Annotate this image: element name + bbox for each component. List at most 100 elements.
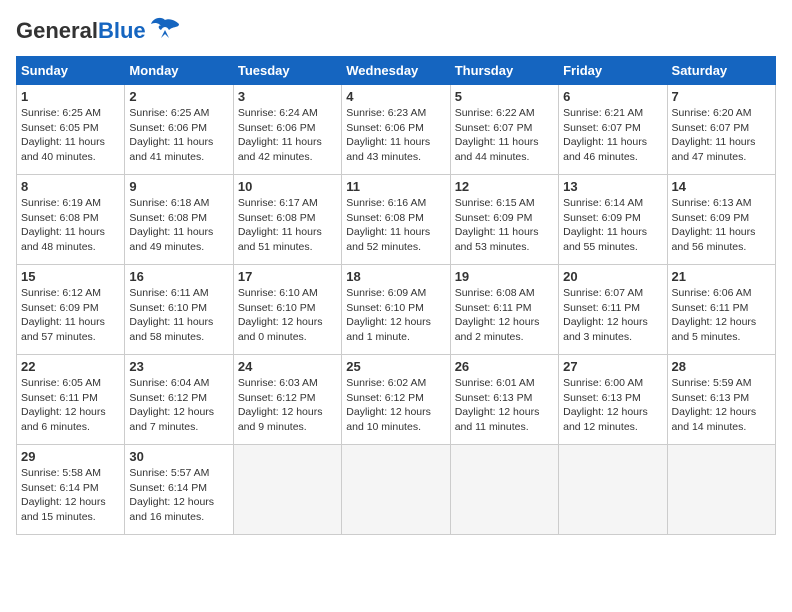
- day-number: 23: [129, 359, 228, 374]
- day-info: Sunrise: 6:19 AM Sunset: 6:08 PM Dayligh…: [21, 196, 120, 255]
- day-info: Sunrise: 6:23 AM Sunset: 6:06 PM Dayligh…: [346, 106, 445, 165]
- col-header-thursday: Thursday: [450, 57, 558, 85]
- day-number: 17: [238, 269, 337, 284]
- empty-cell: [450, 445, 558, 535]
- col-header-sunday: Sunday: [17, 57, 125, 85]
- day-number: 26: [455, 359, 554, 374]
- day-cell-6: 6 Sunrise: 6:21 AM Sunset: 6:07 PM Daylig…: [559, 85, 667, 175]
- day-cell-30: 30 Sunrise: 5:57 AM Sunset: 6:14 PM Dayli…: [125, 445, 233, 535]
- day-cell-5: 5 Sunrise: 6:22 AM Sunset: 6:07 PM Daylig…: [450, 85, 558, 175]
- day-info: Sunrise: 5:57 AM Sunset: 6:14 PM Dayligh…: [129, 466, 228, 525]
- day-number: 20: [563, 269, 662, 284]
- day-number: 25: [346, 359, 445, 374]
- day-cell-25: 25 Sunrise: 6:02 AM Sunset: 6:12 PM Dayli…: [342, 355, 450, 445]
- day-cell-16: 16Sunrise: 6:11 AM Sunset: 6:10 PM Dayli…: [125, 265, 233, 355]
- day-number: 18: [346, 269, 445, 284]
- day-cell-15: 15 Sunrise: 6:12 AM Sunset: 6:09 PM Dayli…: [17, 265, 125, 355]
- day-number: 9: [129, 179, 228, 194]
- empty-cell: [667, 445, 775, 535]
- week-row-4: 22 Sunrise: 6:05 AM Sunset: 6:11 PM Dayli…: [17, 355, 776, 445]
- day-number: 30: [129, 449, 228, 464]
- day-info: Sunrise: 6:09 AM Sunset: 6:10 PM Dayligh…: [346, 286, 445, 345]
- day-info: Sunrise: 6:21 AM Sunset: 6:07 PM Dayligh…: [563, 106, 662, 165]
- empty-cell: [342, 445, 450, 535]
- day-info: Sunrise: 6:02 AM Sunset: 6:12 PM Dayligh…: [346, 376, 445, 435]
- day-number: 4: [346, 89, 445, 104]
- day-info: Sunrise: 5:59 AM Sunset: 6:13 PM Dayligh…: [672, 376, 771, 435]
- week-row-5: 29 Sunrise: 5:58 AM Sunset: 6:14 PM Dayli…: [17, 445, 776, 535]
- day-info: Sunrise: 5:58 AM Sunset: 6:14 PM Dayligh…: [21, 466, 120, 525]
- empty-cell: [233, 445, 341, 535]
- day-number: 6: [563, 89, 662, 104]
- day-info: Sunrise: 6:25 AM Sunset: 6:06 PM Dayligh…: [129, 106, 228, 165]
- day-cell-27: 27 Sunrise: 6:00 AM Sunset: 6:13 PM Dayli…: [559, 355, 667, 445]
- day-number: 21: [672, 269, 771, 284]
- day-number: 7: [672, 89, 771, 104]
- col-header-monday: Monday: [125, 57, 233, 85]
- day-number: 5: [455, 89, 554, 104]
- day-cell-1: 1Sunrise: 6:25 AM Sunset: 6:05 PM Daylig…: [17, 85, 125, 175]
- day-cell-28: 28 Sunrise: 5:59 AM Sunset: 6:13 PM Dayli…: [667, 355, 775, 445]
- day-info: Sunrise: 6:06 AM Sunset: 6:11 PM Dayligh…: [672, 286, 771, 345]
- day-cell-23: 23 Sunrise: 6:04 AM Sunset: 6:12 PM Dayli…: [125, 355, 233, 445]
- day-cell-24: 24 Sunrise: 6:03 AM Sunset: 6:12 PM Dayli…: [233, 355, 341, 445]
- col-header-tuesday: Tuesday: [233, 57, 341, 85]
- day-info: Sunrise: 6:05 AM Sunset: 6:11 PM Dayligh…: [21, 376, 120, 435]
- empty-cell: [559, 445, 667, 535]
- day-number: 22: [21, 359, 120, 374]
- day-cell-4: 4 Sunrise: 6:23 AM Sunset: 6:06 PM Daylig…: [342, 85, 450, 175]
- day-cell-29: 29 Sunrise: 5:58 AM Sunset: 6:14 PM Dayli…: [17, 445, 125, 535]
- day-cell-26: 26 Sunrise: 6:01 AM Sunset: 6:13 PM Dayli…: [450, 355, 558, 445]
- day-cell-10: 10Sunrise: 6:17 AM Sunset: 6:08 PM Dayli…: [233, 175, 341, 265]
- day-info: Sunrise: 6:07 AM Sunset: 6:11 PM Dayligh…: [563, 286, 662, 345]
- day-number: 29: [21, 449, 120, 464]
- day-number: 19: [455, 269, 554, 284]
- day-cell-21: 21 Sunrise: 6:06 AM Sunset: 6:11 PM Dayli…: [667, 265, 775, 355]
- day-cell-11: 11 Sunrise: 6:16 AM Sunset: 6:08 PM Dayli…: [342, 175, 450, 265]
- day-number: 27: [563, 359, 662, 374]
- col-header-wednesday: Wednesday: [342, 57, 450, 85]
- day-info: Sunrise: 6:04 AM Sunset: 6:12 PM Dayligh…: [129, 376, 228, 435]
- week-row-2: 8 Sunrise: 6:19 AM Sunset: 6:08 PM Daylig…: [17, 175, 776, 265]
- day-cell-7: 7Sunrise: 6:20 AM Sunset: 6:07 PM Daylig…: [667, 85, 775, 175]
- day-cell-8: 8 Sunrise: 6:19 AM Sunset: 6:08 PM Daylig…: [17, 175, 125, 265]
- day-number: 12: [455, 179, 554, 194]
- day-info: Sunrise: 6:01 AM Sunset: 6:13 PM Dayligh…: [455, 376, 554, 435]
- day-info: Sunrise: 6:10 AM Sunset: 6:10 PM Dayligh…: [238, 286, 337, 345]
- logo-blue-text: Blue: [98, 18, 146, 43]
- day-number: 15: [21, 269, 120, 284]
- day-info: Sunrise: 6:18 AM Sunset: 6:08 PM Dayligh…: [129, 196, 228, 255]
- day-cell-2: 2 Sunrise: 6:25 AM Sunset: 6:06 PM Daylig…: [125, 85, 233, 175]
- day-number: 24: [238, 359, 337, 374]
- day-info: Sunrise: 6:13 AM Sunset: 6:09 PM Dayligh…: [672, 196, 771, 255]
- day-number: 14: [672, 179, 771, 194]
- day-cell-18: 18 Sunrise: 6:09 AM Sunset: 6:10 PM Dayli…: [342, 265, 450, 355]
- day-info: Sunrise: 6:12 AM Sunset: 6:09 PM Dayligh…: [21, 286, 120, 345]
- day-info: Sunrise: 6:16 AM Sunset: 6:08 PM Dayligh…: [346, 196, 445, 255]
- day-info: Sunrise: 6:11 AM Sunset: 6:10 PM Dayligh…: [129, 286, 228, 345]
- col-header-saturday: Saturday: [667, 57, 775, 85]
- logo: GeneralBlue: [16, 16, 179, 46]
- day-info: Sunrise: 6:08 AM Sunset: 6:11 PM Dayligh…: [455, 286, 554, 345]
- day-number: 11: [346, 179, 445, 194]
- day-info: Sunrise: 6:14 AM Sunset: 6:09 PM Dayligh…: [563, 196, 662, 255]
- day-info: Sunrise: 6:17 AM Sunset: 6:08 PM Dayligh…: [238, 196, 337, 255]
- header: GeneralBlue: [16, 16, 776, 46]
- logo-bird-icon: [151, 16, 179, 46]
- day-cell-14: 14 Sunrise: 6:13 AM Sunset: 6:09 PM Dayli…: [667, 175, 775, 265]
- day-cell-17: 17 Sunrise: 6:10 AM Sunset: 6:10 PM Dayli…: [233, 265, 341, 355]
- day-info: Sunrise: 6:03 AM Sunset: 6:12 PM Dayligh…: [238, 376, 337, 435]
- logo-general: General: [16, 18, 98, 43]
- day-info: Sunrise: 6:24 AM Sunset: 6:06 PM Dayligh…: [238, 106, 337, 165]
- day-number: 28: [672, 359, 771, 374]
- day-number: 2: [129, 89, 228, 104]
- day-cell-19: 19 Sunrise: 6:08 AM Sunset: 6:11 PM Dayli…: [450, 265, 558, 355]
- day-cell-22: 22 Sunrise: 6:05 AM Sunset: 6:11 PM Dayli…: [17, 355, 125, 445]
- day-number: 1: [21, 89, 120, 104]
- day-info: Sunrise: 6:00 AM Sunset: 6:13 PM Dayligh…: [563, 376, 662, 435]
- day-info: Sunrise: 6:22 AM Sunset: 6:07 PM Dayligh…: [455, 106, 554, 165]
- day-info: Sunrise: 6:15 AM Sunset: 6:09 PM Dayligh…: [455, 196, 554, 255]
- week-row-3: 15 Sunrise: 6:12 AM Sunset: 6:09 PM Dayli…: [17, 265, 776, 355]
- day-cell-12: 12 Sunrise: 6:15 AM Sunset: 6:09 PM Dayli…: [450, 175, 558, 265]
- day-number: 8: [21, 179, 120, 194]
